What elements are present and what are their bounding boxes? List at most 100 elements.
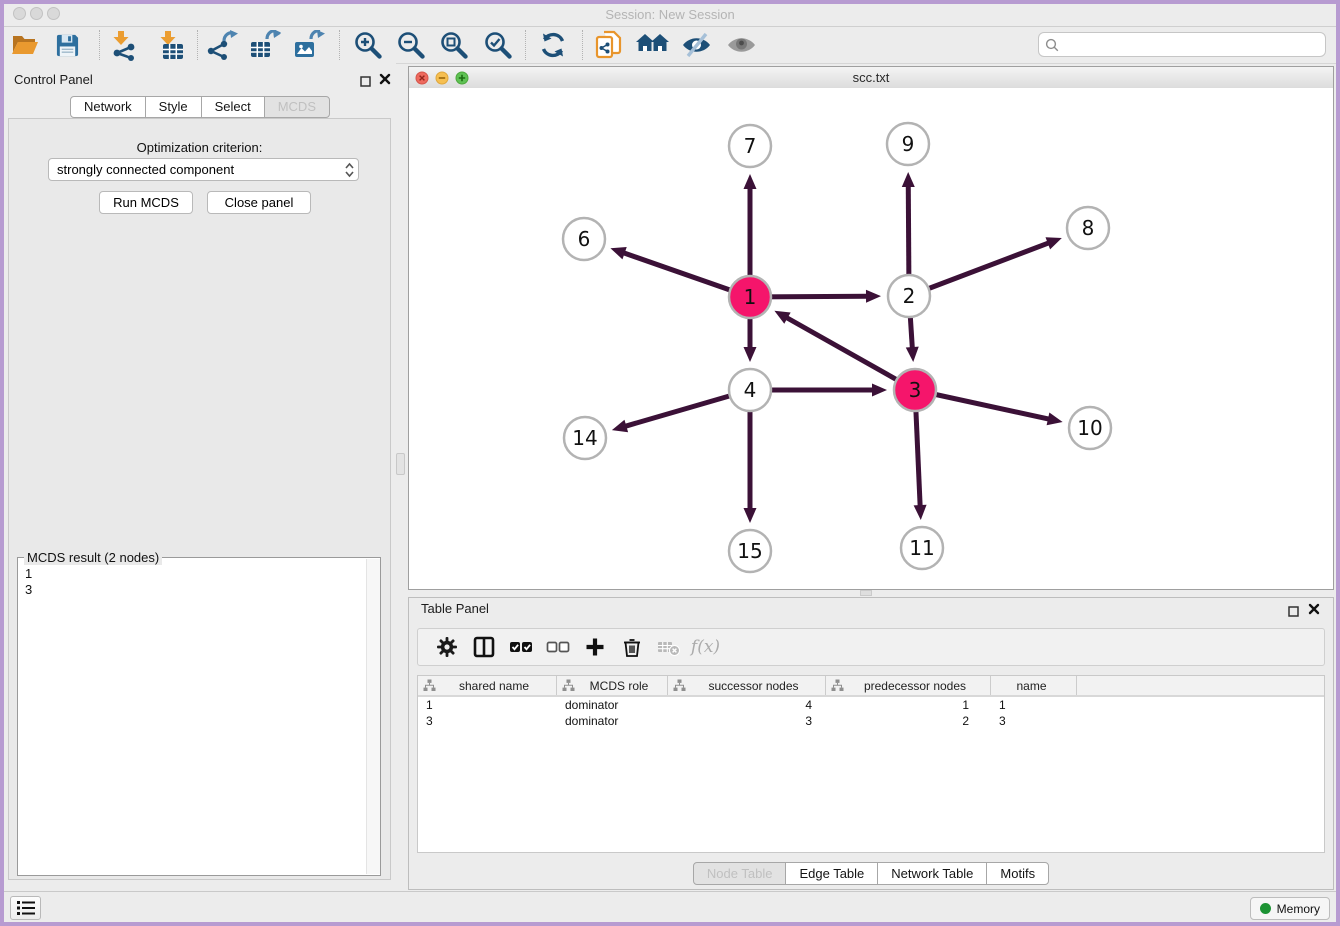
shared-column-icon [423,679,436,692]
float-panel-icon[interactable] [360,74,371,92]
add-column-icon[interactable] [576,636,613,658]
tab-network-table[interactable]: Network Table [877,862,987,885]
table-cell[interactable]: dominator [557,713,668,729]
memory-button[interactable]: Memory [1250,897,1330,920]
column-header-shared-name[interactable]: shared name [418,676,557,695]
window-title: Session: New Session [4,7,1336,22]
table-tabs: Node TableEdge TableNetwork TableMotifs [409,862,1333,885]
edge-arrow-1-6 [610,247,626,259]
network-window-titlebar[interactable]: scc.txt [409,67,1333,89]
result-line: 1 [25,566,366,582]
tab-network[interactable]: Network [70,96,146,118]
close-panel-button[interactable]: Close panel [207,191,311,214]
delete-column-icon[interactable] [613,636,650,658]
result-line: 3 [25,582,366,598]
column-header-name[interactable]: name [991,676,1077,695]
mcds-result-box: MCDS result (2 nodes) 13 [17,557,381,876]
tab-select[interactable]: Select [201,96,265,118]
close-panel-icon[interactable] [379,72,391,90]
column-label: name [991,679,1076,693]
main-toolbar [4,27,1336,64]
edge-2-8[interactable] [909,243,1050,296]
table-cell[interactable]: 2 [826,713,991,729]
edge-arrow-1-7 [744,174,757,189]
zoom-in-icon[interactable] [350,29,384,61]
select-all-checkboxes-icon[interactable] [502,636,539,658]
table-cell[interactable]: 1 [418,697,557,713]
select-stepper-icon [340,162,358,178]
deselect-all-checkboxes-icon[interactable] [539,636,576,658]
column-label: shared name [436,679,556,693]
memory-label: Memory [1277,902,1320,916]
mcds-panel: Optimization criterion: strongly connect… [8,118,391,880]
graph-node-label-3: 3 [909,378,922,402]
table-header-row: shared nameMCDS rolesuccessor nodesprede… [418,676,1324,697]
export-table-icon[interactable] [248,29,282,61]
delete-table-icon[interactable] [650,636,687,658]
tab-mcds[interactable]: MCDS [264,96,330,118]
horizontal-splitter-handle[interactable] [860,590,872,596]
shared-column-icon [673,679,686,692]
close-table-panel-icon[interactable] [1308,602,1320,620]
control-panel: Control Panel NetworkStyleSelectMCDS Opt… [4,63,396,890]
network-window: scc.txt 7968124314101511 [408,66,1334,590]
column-header-MCDS-role[interactable]: MCDS role [557,676,668,695]
shared-column-icon [831,679,844,692]
toolbar-separator [99,30,100,60]
table-cell[interactable]: 1 [826,697,991,713]
import-table-icon[interactable] [152,29,186,61]
vertical-splitter-handle[interactable] [396,453,405,475]
tab-edge-table[interactable]: Edge Table [785,862,878,885]
table-row[interactable]: 3dominator323 [418,713,1324,729]
toolbar-separator [197,30,198,60]
table-cell[interactable]: 1 [991,697,1077,713]
zoom-selected-icon[interactable] [480,29,514,61]
houses-icon[interactable] [635,29,669,61]
tab-motifs[interactable]: Motifs [986,862,1049,885]
gear-icon[interactable] [428,636,465,658]
table-row[interactable]: 1dominator411 [418,697,1324,713]
network-canvas[interactable]: 7968124314101511 [409,88,1333,589]
table-cell[interactable]: 3 [418,713,557,729]
save-icon[interactable] [50,29,84,61]
eye-icon[interactable] [724,29,758,61]
tab-style[interactable]: Style [145,96,202,118]
application-window: Session: New Session [0,0,1340,926]
refresh-icon[interactable] [536,29,570,61]
tab-node-table[interactable]: Node Table [693,862,787,885]
search-input[interactable] [1064,36,1319,53]
duplicate-network-icon[interactable] [592,29,626,61]
fit-content-icon[interactable] [436,29,470,61]
memory-status-icon [1260,903,1271,914]
column-header-predecessor-nodes[interactable]: predecessor nodes [826,676,991,695]
result-scrollbar[interactable] [366,559,380,874]
edge-3-1[interactable] [786,317,915,390]
edge-arrow-4-15 [744,508,757,523]
edge-arrow-3-10 [1047,413,1063,426]
export-image-icon[interactable] [292,29,326,61]
zoom-out-icon[interactable] [393,29,427,61]
float-table-panel-icon[interactable] [1288,604,1299,622]
import-network-icon[interactable] [105,29,139,61]
control-panel-tabs: NetworkStyleSelectMCDS [4,96,396,118]
task-history-button[interactable] [10,896,41,920]
column-header-successor-nodes[interactable]: successor nodes [668,676,826,695]
eye-slash-icon[interactable] [679,29,713,61]
criterion-select[interactable]: strongly connected component [48,158,359,181]
table-toolbar: f(x) [417,628,1325,666]
open-folder-icon[interactable] [8,29,42,61]
status-bar: Memory [4,891,1336,922]
table-cell[interactable]: 4 [668,697,826,713]
table-cell[interactable]: 3 [991,713,1077,729]
run-mcds-button[interactable]: Run MCDS [99,191,193,214]
network-graph[interactable]: 7968124314101511 [409,88,1333,589]
list-icon [17,900,35,916]
toolbar-separator [582,30,583,60]
table-cell[interactable]: 3 [668,713,826,729]
function-builder-icon[interactable]: f(x) [687,637,724,657]
search-icon [1045,38,1059,52]
export-network-icon[interactable] [205,29,239,61]
table-cell[interactable]: dominator [557,697,668,713]
control-panel-title: Control Panel [14,72,93,87]
split-columns-icon[interactable] [465,636,502,658]
